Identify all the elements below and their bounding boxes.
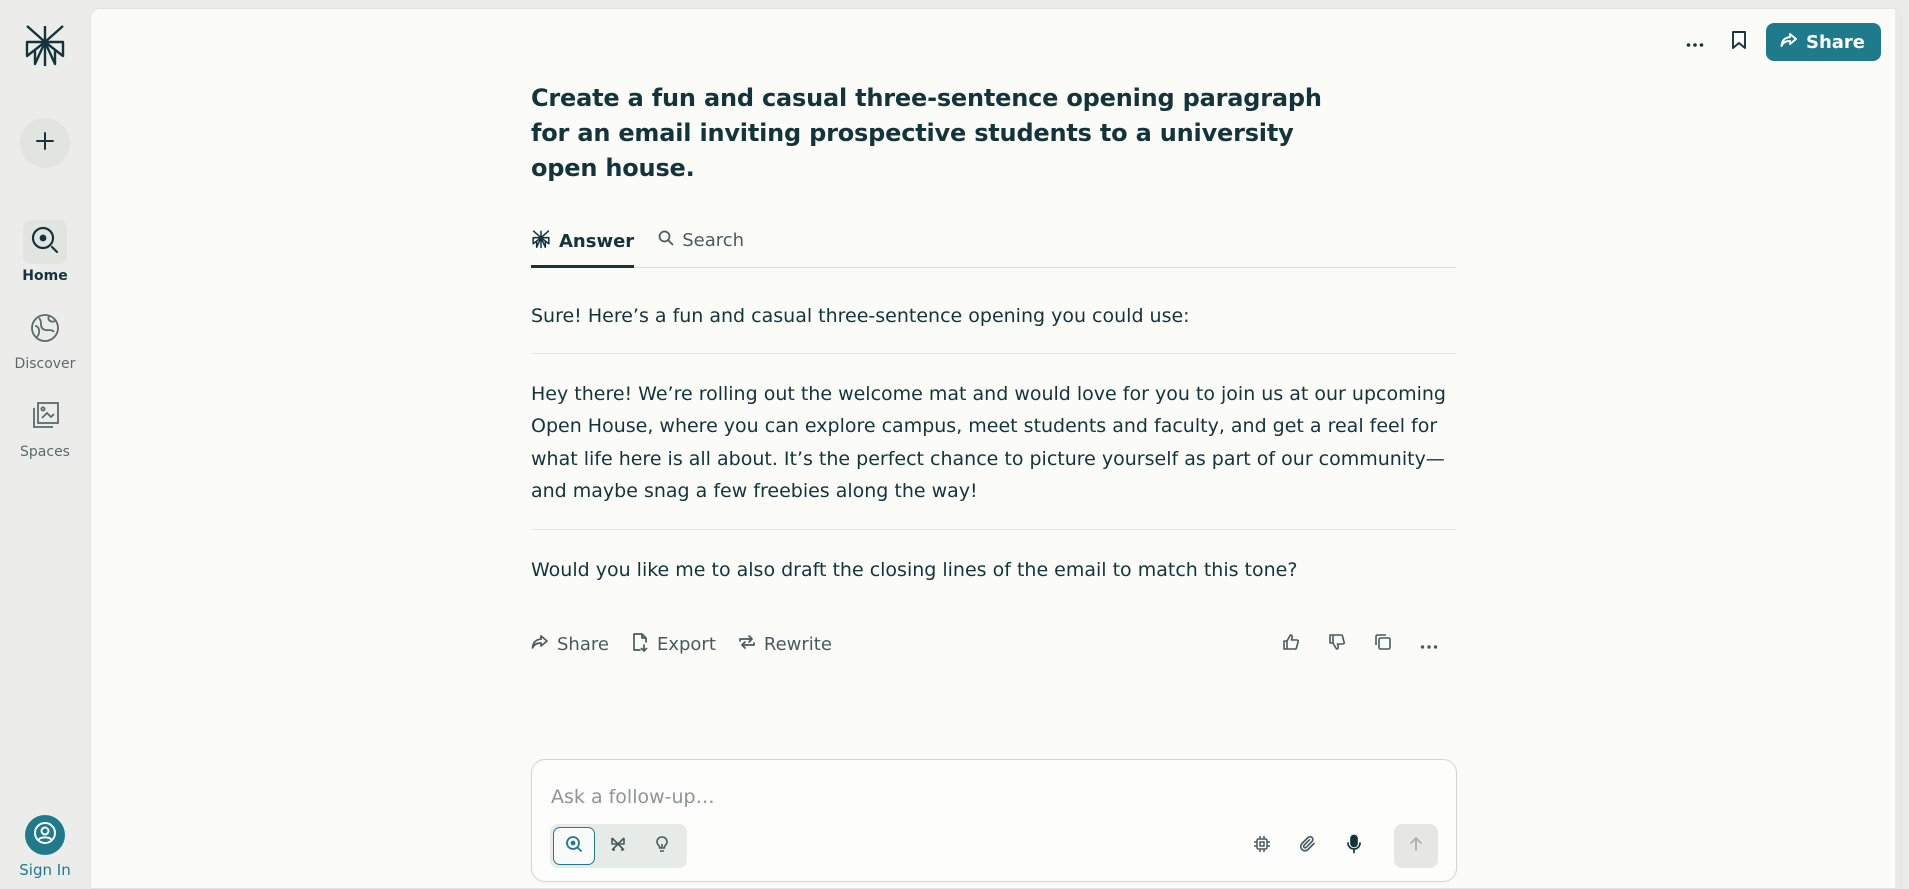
- mode-labs-button[interactable]: [641, 827, 683, 865]
- search-mode-icon: [565, 835, 583, 857]
- thread-content: Create a fun and casual three-sentence o…: [531, 81, 1456, 661]
- perplexity-answer-icon: [531, 229, 551, 254]
- sidebar-item-home[interactable]: Home: [0, 220, 90, 284]
- sidebar-item-spaces[interactable]: Spaces: [0, 396, 90, 460]
- sidebar-item-label: Discover: [14, 356, 76, 372]
- sidebar-item-label: Spaces: [20, 444, 70, 460]
- sign-in-button[interactable]: Sign In: [0, 815, 90, 879]
- thumbs-down-button[interactable]: [1320, 627, 1354, 661]
- query-title: Create a fun and casual three-sentence o…: [531, 84, 1322, 182]
- follow-up-box[interactable]: Ask a follow-up…: [531, 759, 1457, 882]
- home-search-icon: [30, 225, 60, 259]
- voice-button[interactable]: [1336, 828, 1372, 864]
- search-icon: [658, 230, 674, 251]
- bookmark-icon: [1731, 30, 1747, 54]
- model-select-button[interactable]: [1244, 828, 1280, 864]
- tab-search-label: Search: [682, 229, 745, 251]
- spaces-icon: [29, 400, 61, 436]
- copy-icon: [1374, 633, 1392, 655]
- perplexity-logo[interactable]: [22, 22, 68, 68]
- result-tabs: Answer Search: [531, 218, 1456, 268]
- answer-paragraph: Hey there! We’re rolling out the welcome…: [531, 352, 1456, 529]
- thumbs-down-icon: [1328, 633, 1346, 655]
- globe-icon: [29, 312, 61, 348]
- user-avatar: [25, 815, 65, 855]
- mode-search-button[interactable]: [553, 827, 595, 865]
- thumbs-up-icon: [1282, 633, 1300, 655]
- share-button[interactable]: Share: [1765, 23, 1881, 61]
- copy-button[interactable]: [1366, 627, 1400, 661]
- tab-answer-label: Answer: [559, 231, 635, 252]
- share-button-label: Share: [1805, 31, 1865, 53]
- arrow-up-icon: [1408, 836, 1424, 856]
- main-panel: Share Create a fun and casual three-sent…: [90, 8, 1902, 889]
- user-circle-icon: [33, 821, 57, 849]
- attach-button[interactable]: [1290, 828, 1326, 864]
- input-tools: [1244, 824, 1438, 868]
- answer-paragraph: Would you like me to also draft the clos…: [531, 528, 1456, 608]
- answer-actions: Share Export Rewrite: [531, 627, 1456, 661]
- research-icon: [609, 835, 627, 857]
- answer-paragraph: Sure! Here’s a fun and casual three-sent…: [531, 305, 1190, 327]
- thumbs-up-button[interactable]: [1274, 627, 1308, 661]
- plus-icon: [35, 131, 55, 155]
- rewrite-button[interactable]: Rewrite: [738, 632, 832, 657]
- chip-icon: [1253, 835, 1271, 857]
- tab-answer[interactable]: Answer: [531, 218, 635, 268]
- sidebar-item-label: Home: [22, 268, 68, 284]
- share-answer-label: Share: [557, 633, 609, 655]
- share-arrow-icon: [531, 634, 549, 655]
- answer-body: Sure! Here’s a fun and casual three-sent…: [531, 268, 1456, 607]
- follow-up-input[interactable]: Ask a follow-up…: [551, 786, 715, 808]
- rewrite-icon: [738, 633, 756, 656]
- sign-in-label: Sign In: [19, 861, 71, 879]
- new-thread-button[interactable]: [20, 118, 70, 168]
- share-answer-button[interactable]: Share: [531, 632, 609, 657]
- more-options-button[interactable]: [1678, 25, 1712, 59]
- share-arrow-icon: [1780, 32, 1798, 53]
- rewrite-label: Rewrite: [763, 633, 832, 655]
- submit-button[interactable]: [1394, 824, 1438, 868]
- answer-more-button[interactable]: [1412, 627, 1446, 661]
- scrollbar[interactable]: [1895, 9, 1901, 889]
- export-file-icon: [631, 632, 649, 657]
- search-mode-selector: [550, 824, 687, 868]
- ellipsis-icon: [1420, 635, 1438, 654]
- top-actions: Share: [1678, 23, 1881, 61]
- bookmark-button[interactable]: [1722, 25, 1756, 59]
- export-label: Export: [656, 633, 716, 655]
- ellipsis-icon: [1686, 33, 1704, 52]
- paperclip-icon: [1299, 835, 1317, 857]
- lightbulb-icon: [653, 835, 671, 857]
- sidebar-item-discover[interactable]: Discover: [0, 308, 90, 372]
- mode-research-button[interactable]: [597, 827, 639, 865]
- tab-search[interactable]: Search: [658, 218, 744, 266]
- export-button[interactable]: Export: [631, 632, 716, 657]
- microphone-icon: [1346, 834, 1362, 858]
- sidebar: Home Discover Spaces Sign In: [0, 0, 90, 889]
